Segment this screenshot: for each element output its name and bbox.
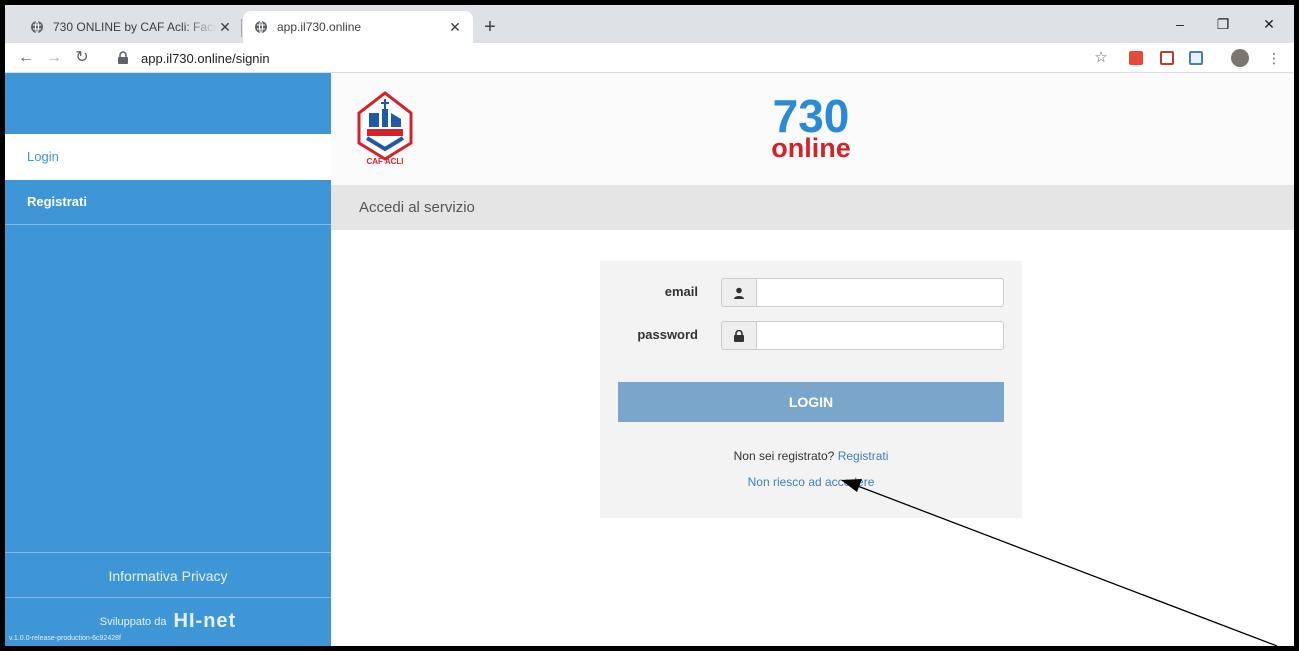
lock-icon <box>117 51 131 65</box>
page-content: Login Registrati Informativa Privacy Svi… <box>5 73 1294 646</box>
login-button[interactable]: LOGIN <box>618 382 1004 422</box>
lock-icon <box>721 321 757 350</box>
star-icon[interactable]: ☆ <box>1090 47 1112 69</box>
developer-logo[interactable]: HI-net <box>174 610 237 632</box>
login-form: email password LOGIN Non sei registrato?… <box>600 261 1022 518</box>
version-text: v.1.0.0-release-production-6c92428f <box>9 635 121 642</box>
globe-icon <box>29 19 45 35</box>
restore-button[interactable]: ❐ <box>1211 14 1235 34</box>
sidebar-item-register[interactable]: Registrati <box>5 180 331 225</box>
extension-icon[interactable] <box>1189 51 1203 65</box>
email-label: email <box>664 284 698 299</box>
tab-close-icon[interactable]: ✕ <box>217 19 233 35</box>
page-title: Accedi al servizio <box>331 185 1294 230</box>
new-tab-button[interactable]: + <box>479 16 501 38</box>
password-input[interactable] <box>757 321 1004 350</box>
tab-strip: 730 ONLINE by CAF Acli: Facile, Sicuro ✕… <box>5 5 1294 43</box>
email-input[interactable] <box>757 278 1004 307</box>
brand-word: online <box>771 133 851 163</box>
sidebar: Login Registrati Informativa Privacy Svi… <box>5 73 331 646</box>
reload-icon[interactable]: ↻ <box>71 47 93 69</box>
tab-separator <box>241 19 242 37</box>
forward-arrow-icon[interactable]: → <box>43 47 65 69</box>
developed-by-text: Sviluppato da <box>99 616 167 628</box>
address-bar[interactable]: app.il730.online/signin <box>117 47 1017 69</box>
page-header: CAF ACLI 730 online <box>331 73 1294 185</box>
globe-icon <box>253 19 269 35</box>
password-label: password <box>637 327 698 342</box>
caf-acli-logo[interactable] <box>355 91 415 161</box>
back-arrow-icon[interactable]: ← <box>15 47 37 69</box>
tab-close-icon[interactable]: ✕ <box>447 19 463 35</box>
tab-730-online-home[interactable]: 730 ONLINE by CAF Acli: Facile, Sicuro ✕ <box>19 11 243 43</box>
browser-toolbar: ← → ↻ app.il730.online/signin ☆ ⋮ <box>5 43 1294 73</box>
privacy-link[interactable]: Informativa Privacy <box>5 552 331 598</box>
minimize-button[interactable]: – <box>1168 14 1192 34</box>
tab-title: 730 ONLINE by CAF Acli: Facile, Sicuro <box>53 20 217 34</box>
not-registered-text: Non sei registrato? <box>733 449 835 463</box>
register-link[interactable]: Registrati <box>838 449 889 463</box>
developer-credit: Sviluppato da HI-net <box>5 610 331 633</box>
tab-title: app.il730.online <box>277 20 362 34</box>
caf-acli-label: CAF ACLI <box>366 157 404 166</box>
close-window-button[interactable]: ✕ <box>1257 14 1281 34</box>
730-online-logo: 730 online <box>761 93 861 162</box>
tab-app-il730[interactable]: app.il730.online ✕ <box>243 11 473 43</box>
extension-icon[interactable] <box>1160 51 1174 65</box>
sidebar-item-login[interactable]: Login <box>5 134 331 180</box>
profile-avatar[interactable] <box>1231 49 1249 67</box>
browser-window: 730 ONLINE by CAF Acli: Facile, Sicuro ✕… <box>5 5 1294 646</box>
url-text: app.il730.online/signin <box>141 50 270 66</box>
user-icon <box>721 278 757 307</box>
register-prompt: Non sei registrato? Registrati <box>600 449 1022 463</box>
menu-kebab-icon[interactable]: ⋮ <box>1263 47 1285 69</box>
extension-icon[interactable] <box>1129 51 1143 65</box>
cannot-access-link[interactable]: Non riesco ad accedere <box>600 475 1022 489</box>
